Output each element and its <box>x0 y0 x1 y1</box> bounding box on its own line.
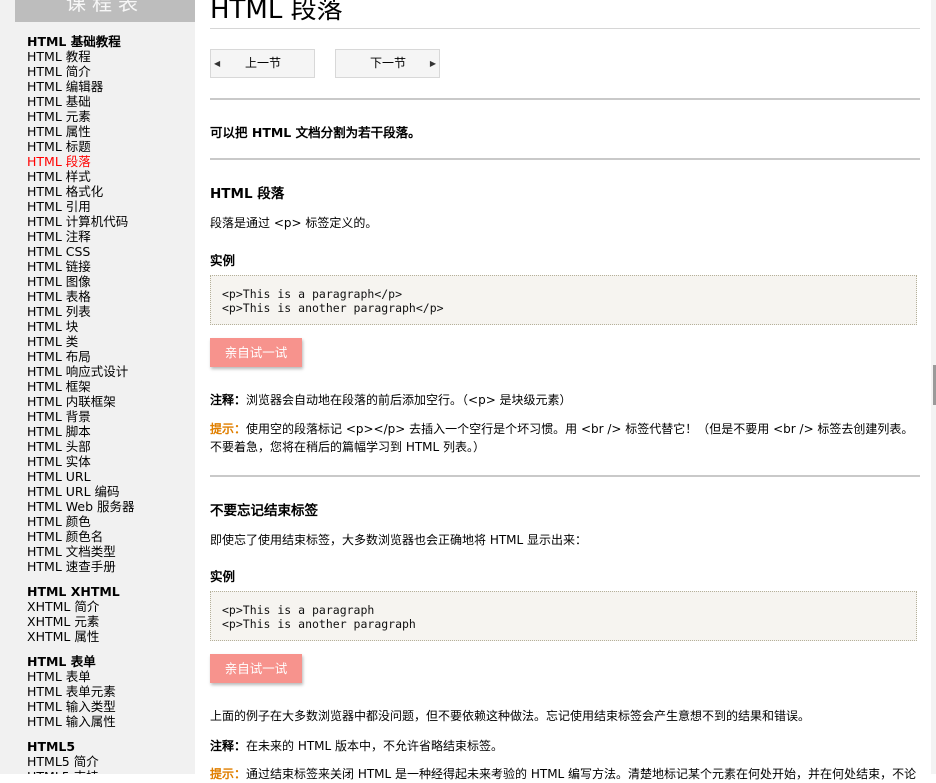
sidebar-item[interactable]: HTML 列表 <box>27 304 192 319</box>
divider <box>210 475 920 477</box>
try-it-button[interactable]: 亲自试一试 <box>210 338 302 367</box>
sidebar: 课程表 HTML 基础教程 HTML 教程 HTML 简介 HTML 编辑器 HTML … <box>0 0 195 774</box>
sidebar-section-title: HTML 表单 <box>27 654 96 669</box>
sidebar-item[interactable]: XHTML 简介 <box>27 599 192 614</box>
sidebar-item[interactable]: HTML 基础 <box>27 94 192 109</box>
sidebar-list: HTML 基础教程 HTML 教程 HTML 简介 HTML 编辑器 HTML 基础 HT… <box>27 34 192 774</box>
section-desc: 段落是通过 <p> 标签定义的。 <box>210 216 378 230</box>
example-label: 实例 <box>210 569 236 584</box>
sidebar-item[interactable]: HTML 教程 <box>27 49 192 64</box>
sidebar-item[interactable]: HTML 脚本 <box>27 424 192 439</box>
code-line: <p>This is another paragraph</p> <box>222 301 444 315</box>
tip-text: 使用空的段落标记 <p></p> 去插入一个空行是个坏习惯。用 <br /> 标… <box>210 422 914 454</box>
intro-text: 可以把 HTML 文档分割为若干段落。 <box>210 125 421 140</box>
note-label: 注释： <box>210 739 247 753</box>
sidebar-item[interactable]: HTML 编辑器 <box>27 79 192 94</box>
sidebar-item[interactable]: HTML5 支持 <box>27 769 192 774</box>
sidebar-item[interactable]: HTML 属性 <box>27 124 192 139</box>
prev-button[interactable]: ◀ 上一节 <box>210 49 315 78</box>
next-button[interactable]: 下一节 ▶ <box>335 49 440 78</box>
sidebar-item[interactable]: XHTML 属性 <box>27 629 192 644</box>
sidebar-item[interactable]: HTML 表单 <box>27 669 192 684</box>
sidebar-item[interactable]: HTML 背景 <box>27 409 192 424</box>
sidebar-item[interactable]: HTML 颜色 <box>27 514 192 529</box>
title-divider <box>210 28 920 29</box>
arrow-right-icon: ▶ <box>429 59 436 68</box>
sidebar-item[interactable]: HTML 内联框架 <box>27 394 192 409</box>
sidebar-item[interactable]: HTML CSS <box>27 244 192 259</box>
section-desc: 即使忘了使用结束标签，大多数浏览器也会正确地将 HTML 显示出来： <box>210 533 588 547</box>
arrow-left-icon: ◀ <box>214 59 221 68</box>
sidebar-item[interactable]: HTML 头部 <box>27 439 192 454</box>
page-title: HTML 段落 <box>210 0 343 25</box>
sidebar-item[interactable]: HTML5 简介 <box>27 754 192 769</box>
sidebar-item[interactable]: HTML 表单元素 <box>27 684 192 699</box>
sidebar-item[interactable]: HTML 块 <box>27 319 192 334</box>
note: 注释：浏览器会自动地在段落的前后添加空行。（<p> 是块级元素） <box>210 391 572 408</box>
tip: 提示：通过结束标签来关闭 HTML 是一种经得起未来考验的 HTML 编写方法。… <box>210 765 920 783</box>
sidebar-item[interactable]: HTML 简介 <box>27 64 192 79</box>
tip: 提示：使用空的段落标记 <p></p> 去插入一个空行是个坏习惯。用 <br /… <box>210 420 920 456</box>
sidebar-item[interactable]: XHTML 元素 <box>27 614 192 629</box>
sidebar-item[interactable]: HTML Web 服务器 <box>27 499 192 514</box>
sidebar-item[interactable]: HTML 元素 <box>27 109 192 124</box>
code-line: <p>This is another paragraph <box>222 617 416 631</box>
section-heading: HTML 段落 <box>210 186 285 202</box>
prev-button-label: 上一节 <box>245 56 282 70</box>
code-example: <p>This is a paragraph</p> <p>This is an… <box>210 275 917 325</box>
sidebar-item[interactable]: HTML 速查手册 <box>27 559 192 574</box>
note-text: 浏览器会自动地在段落的前后添加空行。（<p> 是块级元素） <box>246 393 572 407</box>
main-content: HTML 段落 ◀ 上一节 下一节 ▶ 可以把 HTML 文档分割为若干段落。 … <box>210 0 920 781</box>
section-heading: 不要忘记结束标签 <box>210 503 318 519</box>
sidebar-item[interactable]: HTML URL <box>27 469 192 484</box>
sidebar-item[interactable]: HTML 输入属性 <box>27 714 192 729</box>
sidebar-item[interactable]: HTML 类 <box>27 334 192 349</box>
sidebar-item[interactable]: HTML 布局 <box>27 349 192 364</box>
sidebar-item[interactable]: HTML 引用 <box>27 199 192 214</box>
sidebar-item[interactable]: HTML 框架 <box>27 379 192 394</box>
next-button-label: 下一节 <box>370 56 407 70</box>
divider <box>210 98 920 100</box>
note-text: 在未来的 HTML 版本中，不允许省略结束标签。 <box>246 739 504 753</box>
tip-label: 提示： <box>210 767 247 781</box>
tip-text: 通过结束标签来关闭 HTML 是一种经得起未来考验的 HTML 编写方法。清楚地… <box>246 767 917 781</box>
sidebar-section-title: HTML5 <box>27 739 76 754</box>
sidebar-item[interactable]: HTML 表格 <box>27 289 192 304</box>
sidebar-section-title: HTML 基础教程 <box>27 34 121 49</box>
sidebar-item[interactable]: HTML URL 编码 <box>27 484 192 499</box>
sidebar-item[interactable]: HTML 响应式设计 <box>27 364 192 379</box>
try-it-button[interactable]: 亲自试一试 <box>210 654 302 683</box>
sidebar-item[interactable]: HTML 实体 <box>27 454 192 469</box>
sidebar-item[interactable]: HTML 颜色名 <box>27 529 192 544</box>
sidebar-item[interactable]: HTML 计算机代码 <box>27 214 192 229</box>
sidebar-item[interactable]: HTML 标题 <box>27 139 192 154</box>
code-example: <p>This is a paragraph <p>This is anothe… <box>210 591 917 641</box>
code-line: <p>This is a paragraph</p> <box>222 287 403 301</box>
sidebar-item[interactable]: HTML 输入类型 <box>27 699 192 714</box>
sidebar-item[interactable]: HTML 链接 <box>27 259 192 274</box>
sidebar-header: 课程表 <box>15 0 195 22</box>
paragraph: 上面的例子在大多数浏览器中都没问题，但不要依赖这种做法。忘记使用结束标签会产生意… <box>210 709 811 723</box>
sidebar-item[interactable]: HTML 段落 <box>27 154 192 169</box>
sidebar-item[interactable]: HTML 文档类型 <box>27 544 192 559</box>
note-label: 注释： <box>210 393 247 407</box>
sidebar-item[interactable]: HTML 注释 <box>27 229 192 244</box>
code-line: <p>This is a paragraph <box>222 603 375 617</box>
sidebar-item[interactable]: HTML 图像 <box>27 274 192 289</box>
sidebar-item[interactable]: HTML 样式 <box>27 169 192 184</box>
note: 注释：在未来的 HTML 版本中，不允许省略结束标签。 <box>210 737 503 754</box>
sidebar-item[interactable]: HTML 格式化 <box>27 184 192 199</box>
divider <box>210 158 920 160</box>
example-label: 实例 <box>210 253 236 268</box>
tip-label: 提示： <box>210 422 247 436</box>
sidebar-section-title: HTML XHTML <box>27 584 120 599</box>
